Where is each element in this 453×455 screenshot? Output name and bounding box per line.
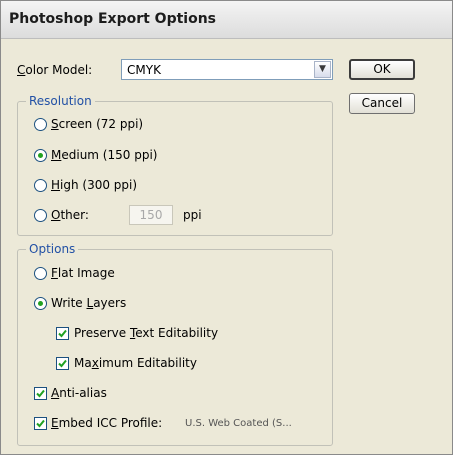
checkmark-icon bbox=[58, 359, 67, 368]
checkmark-icon bbox=[36, 389, 45, 398]
embed-icc-label[interactable]: Embed ICC Profile: bbox=[51, 416, 162, 430]
max-editability-label[interactable]: Maximum Editability bbox=[74, 356, 197, 370]
preserve-text-checkbox[interactable] bbox=[56, 327, 69, 340]
dialog-body: Color Model: CMYK ▼ OK Cancel Resolution… bbox=[1, 39, 452, 454]
other-radio[interactable] bbox=[34, 209, 47, 222]
write-layers-label[interactable]: Write Layers bbox=[51, 296, 126, 310]
photoshop-export-options-dialog: Photoshop Export Options Color Model: CM… bbox=[0, 0, 453, 455]
flat-image-radio[interactable] bbox=[34, 267, 47, 280]
ok-button[interactable]: OK bbox=[349, 59, 415, 80]
color-model-value: CMYK bbox=[127, 63, 161, 77]
flat-image-label[interactable]: Flat Image bbox=[51, 266, 115, 280]
checkmark-icon bbox=[36, 419, 45, 428]
max-editability-checkbox[interactable] bbox=[56, 357, 69, 370]
high-300-radio[interactable] bbox=[34, 179, 47, 192]
medium-150-radio[interactable] bbox=[34, 149, 47, 162]
cancel-button[interactable]: Cancel bbox=[349, 93, 415, 114]
medium-150-label[interactable]: Medium (150 ppi) bbox=[51, 148, 157, 162]
write-layers-radio[interactable] bbox=[34, 297, 47, 310]
screen-72-radio[interactable] bbox=[34, 118, 47, 131]
icc-profile-name: U.S. Web Coated (S... bbox=[185, 418, 292, 429]
anti-alias-label[interactable]: Anti-alias bbox=[51, 386, 107, 400]
anti-alias-checkbox[interactable] bbox=[34, 387, 47, 400]
preserve-text-label[interactable]: Preserve Text Editability bbox=[74, 326, 218, 340]
ppi-unit-label: ppi bbox=[183, 208, 202, 222]
other-ppi-input[interactable]: 150 bbox=[129, 205, 173, 225]
color-model-label: Color Model: bbox=[17, 63, 93, 77]
chevron-down-icon[interactable]: ▼ bbox=[314, 61, 331, 78]
title-bar[interactable]: Photoshop Export Options bbox=[1, 1, 452, 39]
high-300-label[interactable]: High (300 ppi) bbox=[51, 178, 137, 192]
embed-icc-checkbox[interactable] bbox=[34, 417, 47, 430]
checkmark-icon bbox=[58, 329, 67, 338]
dialog-title: Photoshop Export Options bbox=[9, 11, 217, 27]
screen-72-label[interactable]: Screen (72 ppi) bbox=[51, 117, 143, 131]
resolution-legend: Resolution bbox=[26, 94, 95, 108]
other-label[interactable]: Other: bbox=[51, 208, 89, 222]
options-legend: Options bbox=[26, 242, 79, 256]
color-model-select[interactable]: CMYK ▼ bbox=[121, 59, 333, 80]
